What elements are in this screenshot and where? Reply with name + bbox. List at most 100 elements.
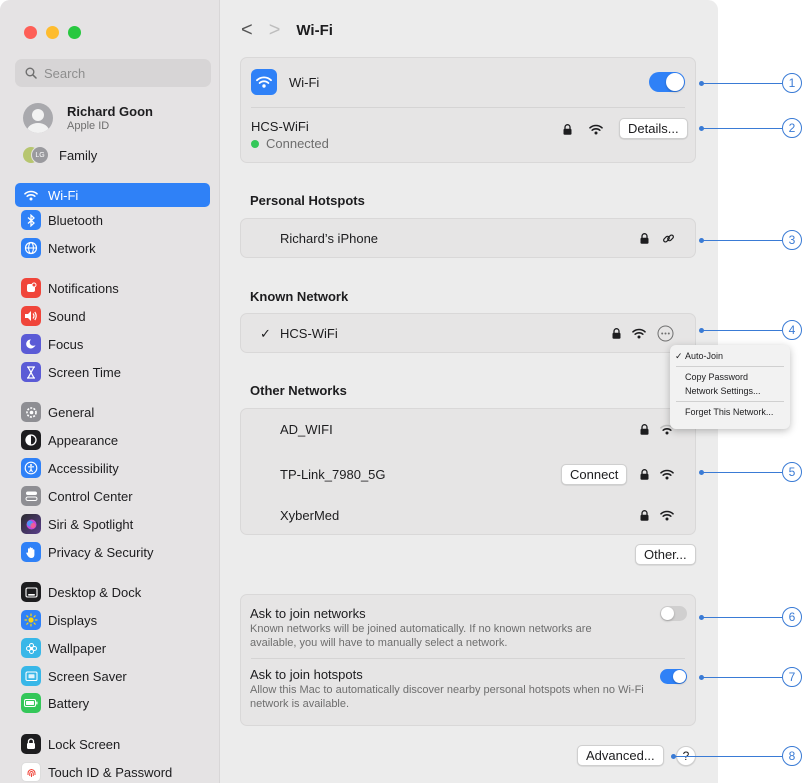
menu-item-auto-join[interactable]: ✓ Auto-Join [670, 349, 790, 363]
sidebar-item-family[interactable]: LG Family [23, 145, 97, 165]
sidebar-item-battery[interactable]: Battery [15, 691, 210, 715]
close-window-button[interactable] [24, 26, 37, 39]
bluetooth-icon [21, 210, 41, 230]
sidebar-item-sound[interactable]: Sound [15, 304, 210, 328]
lock-icon [640, 233, 649, 244]
sidebar-item-screen-saver[interactable]: Screen Saver [15, 664, 210, 688]
callout-line [702, 330, 782, 331]
sidebar-item-label: Family [59, 147, 98, 163]
back-button[interactable]: < [241, 20, 253, 40]
network-name: XyberMed [280, 508, 340, 523]
sidebar-item-label: Privacy & Security [48, 544, 154, 560]
advanced-button[interactable]: Advanced... [577, 745, 664, 766]
sidebar-item-network[interactable]: Network [15, 236, 210, 260]
sidebar-item-general[interactable]: General [15, 400, 210, 424]
sidebar-item-bluetooth[interactable]: Bluetooth [15, 208, 210, 232]
callout-5: 5 [782, 462, 802, 482]
zoom-window-button[interactable] [68, 26, 81, 39]
sidebar-item-label: Sound [48, 308, 86, 324]
menu-separator [676, 366, 784, 367]
accessibility-icon [21, 458, 41, 478]
callout-3: 3 [782, 230, 802, 250]
sidebar-item-touch-id[interactable]: Touch ID & Password [15, 760, 210, 783]
sidebar-item-label: General [48, 404, 95, 420]
search-input[interactable]: Search [15, 59, 211, 87]
checkmark-icon: ✓ [675, 351, 683, 361]
callout-line [702, 617, 782, 618]
sidebar-item-label: Screen Time [48, 364, 121, 380]
hand-icon [21, 542, 41, 562]
wifi-signal-icon [660, 510, 674, 521]
sidebar-item-wifi[interactable]: Wi-Fi [15, 183, 210, 207]
link-icon [662, 232, 675, 245]
speaker-icon [21, 306, 41, 326]
sidebar-item-control-center[interactable]: Control Center [15, 484, 210, 508]
family-initials: LG [31, 146, 49, 164]
details-button[interactable]: Details... [619, 118, 688, 139]
connection-status: Connected [266, 136, 329, 151]
callout-line [702, 240, 782, 241]
other-network-button[interactable]: Other... [635, 544, 696, 565]
screensaver-icon [21, 666, 41, 686]
window-controls [24, 26, 81, 39]
menu-item-forget-network[interactable]: Forget This Network... [670, 405, 790, 419]
minimize-window-button[interactable] [46, 26, 59, 39]
callout-4: 4 [782, 320, 802, 340]
callout-line [702, 472, 782, 473]
control-center-icon [21, 486, 41, 506]
main-pane: < > Wi-Fi Wi-Fi HCS-WiFi Connected Detai… [221, 0, 718, 783]
current-network-name: HCS-WiFi [251, 119, 309, 134]
ask-hotspots-toggle[interactable] [660, 669, 687, 684]
sidebar-item-label: Desktop & Dock [48, 584, 142, 600]
sidebar-item-accessibility[interactable]: Accessibility [15, 456, 210, 480]
sidebar-item-desktop-dock[interactable]: Desktop & Dock [15, 580, 210, 604]
lock-icon [640, 469, 649, 480]
search-icon [25, 67, 37, 79]
menu-item-copy-password[interactable]: Copy Password [670, 370, 790, 384]
callout-2: 2 [782, 118, 802, 138]
sidebar-item-notifications[interactable]: Notifications [15, 276, 210, 300]
sidebar-item-appearance[interactable]: Appearance [15, 428, 210, 452]
wifi-toggle[interactable] [649, 72, 685, 92]
settings-window: Search Richard Goon Apple ID LG Family W… [0, 0, 718, 783]
sidebar-item-label: Displays [48, 612, 98, 628]
ask-to-join-card: Ask to join networks Known networks will… [240, 594, 696, 726]
lock-icon [640, 510, 649, 521]
menu-item-network-settings[interactable]: Network Settings... [670, 384, 790, 398]
lock-icon [21, 734, 41, 754]
sidebar-item-screen-time[interactable]: Screen Time [15, 360, 210, 384]
sidebar-item-focus[interactable]: Focus [15, 332, 210, 356]
hourglass-icon [21, 362, 41, 382]
sidebar-item-wallpaper[interactable]: Wallpaper [15, 636, 210, 660]
apple-id-profile[interactable]: Richard Goon Apple ID [23, 103, 153, 133]
sidebar-item-lock-screen[interactable]: Lock Screen [15, 732, 210, 756]
ask-networks-description: Known networks will be joined automatica… [250, 623, 592, 649]
sidebar-item-label: Wallpaper [48, 640, 107, 656]
sidebar-item-label: Lock Screen [48, 736, 121, 752]
profile-name: Richard Goon [67, 103, 153, 119]
sidebar-item-privacy[interactable]: Privacy & Security [15, 540, 210, 564]
sidebar-item-label: Battery [48, 695, 90, 711]
sidebar-item-label: Wi-Fi [48, 187, 79, 203]
wifi-icon [21, 185, 41, 205]
sidebar-item-siri[interactable]: Siri & Spotlight [15, 512, 210, 536]
divider [251, 658, 685, 659]
appearance-icon [21, 430, 41, 450]
ask-networks-toggle[interactable] [660, 606, 687, 621]
sidebar-item-label: Focus [48, 336, 84, 352]
known-network-title: Known Network [250, 289, 349, 304]
menu-separator [676, 401, 784, 402]
more-options-icon[interactable] [657, 325, 674, 342]
forward-button[interactable]: > [269, 20, 281, 40]
sidebar-item-displays[interactable]: Displays [15, 608, 210, 632]
page-title: Wi-Fi [296, 21, 333, 39]
divider [251, 107, 685, 108]
connect-button[interactable]: Connect [561, 464, 628, 485]
family-icon: LG [23, 145, 49, 165]
ask-networks-label: Ask to join networks [250, 606, 366, 621]
globe-icon [21, 238, 41, 258]
network-context-menu: ✓ Auto-Join Copy Password Network Setting… [670, 345, 790, 429]
current-network: HCS-WiFi Connected [251, 119, 329, 153]
callout-line [702, 128, 782, 129]
other-networks-card: AD_WIFI TP-Link_7980_5G Connect XyberMed [240, 408, 696, 535]
